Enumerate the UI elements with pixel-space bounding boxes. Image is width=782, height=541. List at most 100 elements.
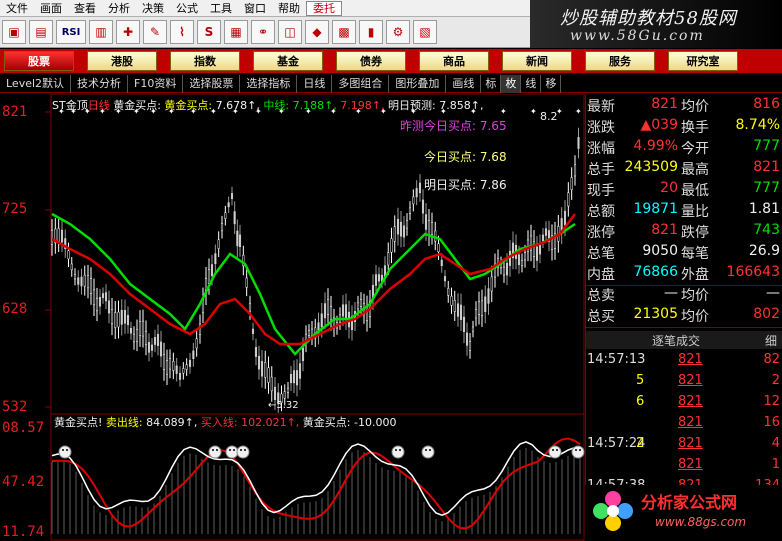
chart-tab-2[interactable]: F10资料 xyxy=(128,74,184,93)
chart-tab-6[interactable]: 多图组合 xyxy=(332,74,390,93)
category-button-2[interactable]: 指数 xyxy=(170,51,240,71)
ruler-icon[interactable]: ⌇ xyxy=(170,20,194,44)
candle-body xyxy=(570,177,573,190)
category-button-5[interactable]: 商品 xyxy=(419,51,489,71)
quote-label: 总买 xyxy=(587,309,615,325)
candle-body xyxy=(480,300,484,316)
rsi-button[interactable]: RSI xyxy=(56,20,86,44)
y-label-532: 532 xyxy=(2,399,28,415)
chart-icon[interactable]: ▦ xyxy=(224,20,248,44)
annotation-yesterday: 昨测今日买点: 7.65 xyxy=(400,119,507,133)
category-button-3[interactable]: 基金 xyxy=(253,51,323,71)
candle-body xyxy=(264,362,267,378)
candle-body xyxy=(192,350,195,359)
chart-tab-8[interactable]: 画线 xyxy=(446,74,482,93)
candle-body xyxy=(374,274,378,286)
menu-item-7[interactable]: 窗口 xyxy=(238,0,272,16)
candle-body xyxy=(57,228,60,242)
candle-body xyxy=(474,309,478,319)
calculator-icon[interactable]: ▧ xyxy=(413,20,437,44)
quote-row: 涨停 821 跌停 743 xyxy=(586,222,782,243)
quote-value: 19871 xyxy=(633,201,678,217)
annotation-today: 今日买点: 7.68 xyxy=(424,150,507,164)
chart-tab-1[interactable]: 技术分析 xyxy=(71,74,129,93)
category-button-6[interactable]: 新闻 xyxy=(502,51,572,71)
candle-body xyxy=(175,365,178,374)
quote-value: 166643 xyxy=(726,264,780,280)
brush-icon[interactable]: ✎ xyxy=(143,20,167,44)
deal-time: 14:57:13 xyxy=(587,352,646,367)
smiley-eye xyxy=(240,449,242,451)
menu-item-9[interactable]: 委托 xyxy=(306,0,342,16)
s-button[interactable]: S xyxy=(197,20,221,44)
menu-item-8[interactable]: 帮助 xyxy=(272,0,306,16)
category-button-8[interactable]: 研究室 xyxy=(668,51,738,71)
candle-body xyxy=(541,234,545,242)
chart-tab-5[interactable]: 日线 xyxy=(297,74,333,93)
candle-body xyxy=(443,276,447,282)
candle-body xyxy=(132,333,136,343)
deal-left-vol: 5 xyxy=(636,373,645,388)
candle-body xyxy=(344,304,348,320)
open-file-icon[interactable]: ▣ xyxy=(2,20,26,44)
candle-body xyxy=(207,269,211,284)
candle-body xyxy=(230,193,234,199)
smiley-icon xyxy=(208,445,222,459)
candle-body xyxy=(77,277,80,285)
grid-icon[interactable]: ▩ xyxy=(332,20,356,44)
candle-body xyxy=(520,259,524,266)
quote-value: ▲039 xyxy=(640,117,679,133)
quote-label: 现手 xyxy=(587,183,615,199)
chart-tab-11[interactable]: 线 xyxy=(521,74,542,93)
candle-body xyxy=(424,214,428,230)
candle-body xyxy=(257,355,261,370)
category-button-4[interactable]: 债券 xyxy=(336,51,406,71)
menu-item-1[interactable]: 画面 xyxy=(34,0,68,16)
category-button-7[interactable]: 服务 xyxy=(585,51,655,71)
menu-item-5[interactable]: 公式 xyxy=(170,0,204,16)
chart-tab-0[interactable]: Level2默认 xyxy=(0,74,72,93)
chart-tab-7[interactable]: 图形叠加 xyxy=(389,74,447,93)
candle-body xyxy=(114,312,117,328)
candle-body xyxy=(471,326,475,332)
bars-icon[interactable]: ▮ xyxy=(359,20,383,44)
category-button-1[interactable]: 港股 xyxy=(87,51,157,71)
candle-body xyxy=(532,241,536,257)
candle-body xyxy=(144,330,148,345)
window-icon[interactable]: ▤ xyxy=(29,20,53,44)
candle-body xyxy=(427,220,431,235)
chart-tab-12[interactable]: 移 xyxy=(541,74,562,93)
menu-item-6[interactable]: 工具 xyxy=(204,0,238,16)
deal-price: 821 xyxy=(678,457,703,472)
candle-body xyxy=(307,330,311,336)
menu-item-4[interactable]: 决策 xyxy=(136,0,170,16)
warning-icon[interactable]: ◆ xyxy=(305,20,329,44)
menu-item-0[interactable]: 文件 xyxy=(0,0,34,16)
chart-tab-4[interactable]: 选择指标 xyxy=(240,74,298,93)
stats-icon[interactable]: ◫ xyxy=(278,20,302,44)
kline-icon[interactable]: ▥ xyxy=(89,20,113,44)
chart-tab-9[interactable]: 标 xyxy=(481,74,502,93)
menu-item-3[interactable]: 分析 xyxy=(102,0,136,16)
category-button-0[interactable]: 股票 xyxy=(4,51,74,71)
smiley-eye xyxy=(552,449,554,451)
chart-tab-3[interactable]: 选择股票 xyxy=(183,74,241,93)
candle-body xyxy=(168,358,172,370)
menu-item-2[interactable]: 查看 xyxy=(68,0,102,16)
top-marker-icon: ✦ xyxy=(530,107,537,116)
candle-body xyxy=(95,297,99,312)
candle-body xyxy=(129,328,133,334)
legend-mid-value: 7.188 xyxy=(292,99,325,112)
tools-icon[interactable]: ⚙ xyxy=(386,20,410,44)
candle-body xyxy=(544,228,548,236)
move-icon[interactable]: ✚ xyxy=(116,20,140,44)
low-mark: ←5.32 xyxy=(268,400,299,411)
candle-body xyxy=(107,300,111,314)
quote-value: 21305 xyxy=(633,306,678,322)
kline-chart-area[interactable]: ✦ ✦ ✦ ✦ ✦ ✦ ✦ ✦ ✦ ✦ ✦ ✦ ✦ ✦ ✦ ✦ ✦ ✦ ✦ ✦ ✦ ✦ ✦ ✦ ST金顶日线 黄金买点: 黄金… xyxy=(0,94,585,541)
quote-label: 总额 xyxy=(587,204,615,220)
binoculars-icon[interactable]: ⚭ xyxy=(251,20,275,44)
chart-tab-10[interactable]: 枚 xyxy=(501,74,522,93)
candle-body xyxy=(70,263,73,271)
deals-detail-tab[interactable]: 细 xyxy=(765,332,777,349)
